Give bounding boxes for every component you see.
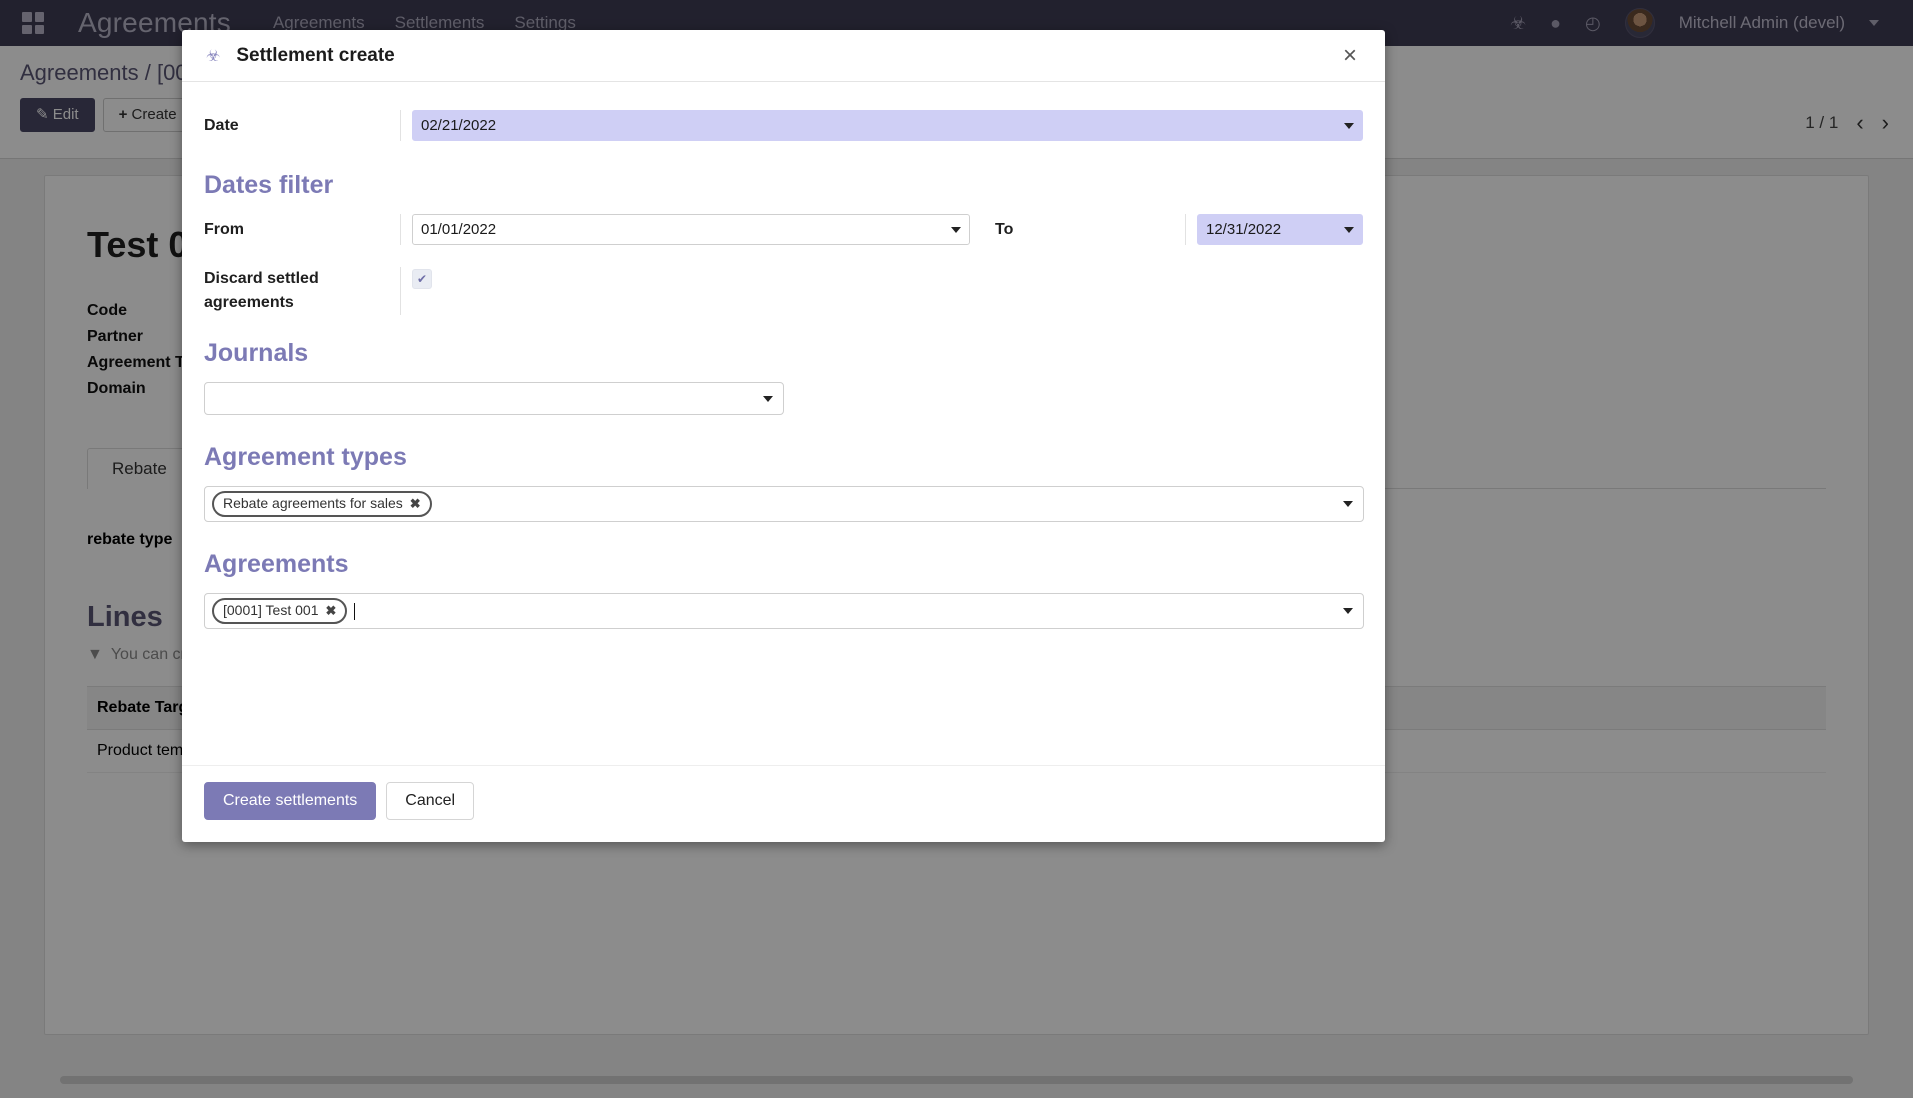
modal-title: Settlement create	[236, 45, 394, 67]
agreement-types-select[interactable]: Rebate agreements for sales ✖	[204, 486, 1364, 522]
to-label: To	[995, 214, 1185, 239]
check-icon: ✔	[417, 273, 427, 285]
discard-settled-row: Discard settled agreements ✔	[204, 267, 1363, 315]
to-field-wrapper: 12/31/2022	[1185, 214, 1363, 245]
bug-icon: ☣	[206, 46, 220, 66]
remove-tag-icon[interactable]: ✖	[325, 602, 336, 620]
date-label: Date	[204, 110, 400, 135]
date-row: Date 02/21/2022	[204, 110, 1363, 141]
text-cursor	[354, 603, 355, 620]
journals-title: Journals	[204, 339, 1363, 368]
settlement-create-dialog: ☣ Settlement create × Date 02/21/2022 Da…	[182, 30, 1385, 842]
date-field-wrapper: 02/21/2022	[400, 110, 1363, 141]
chevron-down-icon[interactable]	[951, 227, 961, 233]
chevron-down-icon[interactable]	[1343, 608, 1353, 614]
to-date-input[interactable]: 12/31/2022	[1197, 214, 1363, 245]
agreement-type-tag-label: Rebate agreements for sales	[223, 494, 403, 514]
modal-body: Date 02/21/2022 Dates filter From 01/01/…	[182, 82, 1385, 765]
agreement-tag[interactable]: [0001] Test 001 ✖	[212, 598, 347, 624]
agreement-type-tag[interactable]: Rebate agreements for sales ✖	[212, 491, 432, 517]
dates-filter-title: Dates filter	[204, 171, 1363, 200]
chevron-down-icon[interactable]	[763, 396, 773, 402]
remove-tag-icon[interactable]: ✖	[410, 495, 421, 513]
from-label: From	[204, 214, 400, 239]
create-settlements-button[interactable]: Create settlements	[204, 782, 376, 820]
modal-footer: Create settlements Cancel	[182, 765, 1385, 842]
chevron-down-icon[interactable]	[1344, 123, 1354, 129]
from-field-wrapper: 01/01/2022	[400, 214, 995, 245]
agreement-types-title: Agreement types	[204, 443, 1363, 472]
discard-settled-label: Discard settled agreements	[204, 267, 400, 315]
dates-filter-row: From 01/01/2022 To 12/31/2022	[204, 214, 1363, 245]
agreements-title: Agreements	[204, 550, 1363, 579]
close-icon[interactable]: ×	[1339, 44, 1361, 68]
discard-settled-checkbox[interactable]: ✔	[412, 269, 432, 289]
discard-settled-field-wrapper: ✔	[400, 267, 1363, 315]
date-input[interactable]: 02/21/2022	[412, 110, 1363, 141]
journals-select[interactable]	[204, 382, 784, 415]
from-date-value: 01/01/2022	[421, 221, 496, 238]
chevron-down-icon[interactable]	[1343, 501, 1353, 507]
date-input-value: 02/21/2022	[421, 117, 496, 134]
from-date-input[interactable]: 01/01/2022	[412, 214, 970, 245]
agreement-tag-label: [0001] Test 001	[223, 601, 318, 621]
modal-header: ☣ Settlement create ×	[182, 30, 1385, 82]
cancel-button[interactable]: Cancel	[386, 782, 474, 820]
chevron-down-icon[interactable]	[1344, 227, 1354, 233]
to-date-value: 12/31/2022	[1206, 221, 1281, 238]
agreements-select[interactable]: [0001] Test 001 ✖	[204, 593, 1364, 629]
